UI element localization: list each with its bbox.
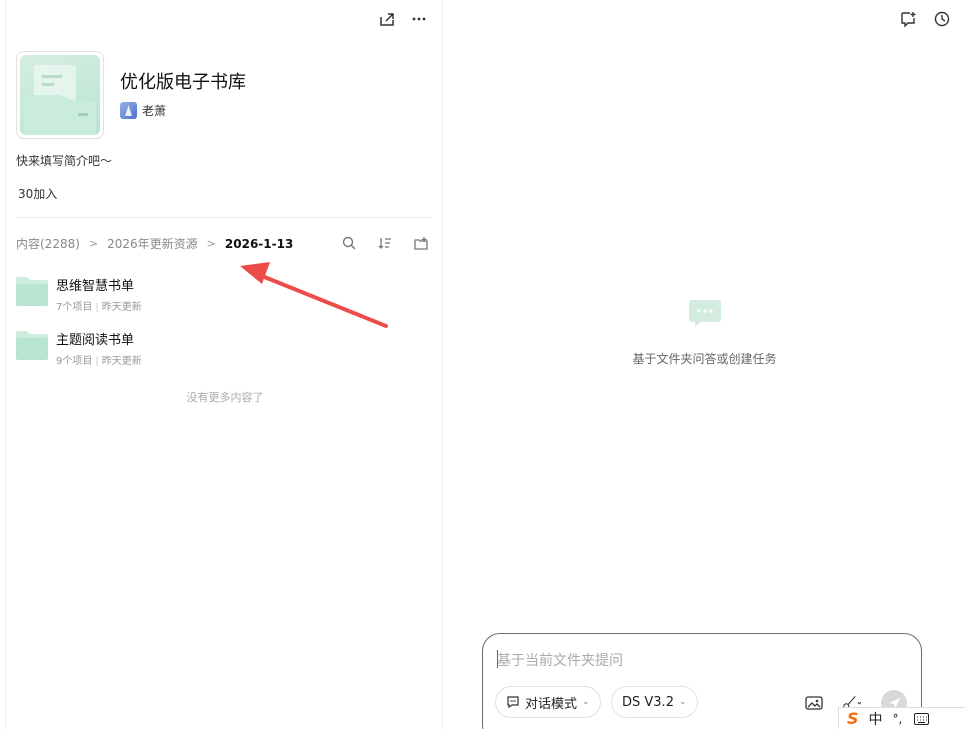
- chevron-down-icon: ⌄: [678, 697, 687, 707]
- history-icon[interactable]: [933, 10, 951, 28]
- chevron-right-icon: >: [88, 237, 99, 250]
- empty-text: 基于文件夹问答或创建任务: [632, 352, 777, 366]
- folder-meta: 9个项目 | 昨天更新: [56, 356, 142, 367]
- owner-name: 老萧: [142, 104, 167, 118]
- search-icon[interactable]: [340, 234, 358, 252]
- library-actions: [378, 10, 428, 28]
- mode-label: 对话模式: [525, 696, 578, 712]
- model-label: DS V3.2: [622, 694, 674, 710]
- chat-bubble-icon: [688, 300, 721, 327]
- list-item[interactable]: 主题阅读书单 9个项目 | 昨天更新: [16, 328, 142, 367]
- divider: [16, 217, 432, 218]
- folder-name: 思维智慧书单: [56, 279, 135, 294]
- image-upload-icon[interactable]: [805, 694, 823, 712]
- mode-selector[interactable]: 对话模式 ⌄: [495, 686, 601, 718]
- chevron-down-icon: ⌄: [582, 697, 590, 707]
- model-selector[interactable]: DS V3.2 ⌄: [611, 686, 698, 718]
- sogou-logo-icon[interactable]: S: [847, 709, 859, 728]
- joined-count: 30加入: [18, 187, 58, 201]
- assistant-panel: 基于文件夹问答或创建任务 基于当前文件夹提问 对话模式 ⌄ DS V3.2 ⌄: [444, 0, 965, 729]
- library-title: 优化版电子书库: [120, 72, 246, 93]
- keyboard-icon[interactable]: [912, 710, 930, 728]
- question-input[interactable]: 基于当前文件夹提问: [497, 650, 623, 670]
- breadcrumb-root[interactable]: 内容(2288): [16, 235, 80, 252]
- library-intro[interactable]: 快来填写简介吧～: [16, 152, 112, 169]
- add-folder-icon[interactable]: [412, 234, 430, 252]
- app-root: 优化版电子书库 老萧 快来填写简介吧～ 30加入 内容(2288) > 2026…: [0, 0, 965, 729]
- library-cover[interactable]: [16, 51, 104, 139]
- ime-toolbar: S 中 °,: [838, 707, 965, 729]
- new-chat-icon[interactable]: [899, 10, 917, 28]
- chat-mode-icon: [507, 696, 519, 709]
- assistant-actions: [899, 10, 951, 28]
- chevron-right-icon: >: [206, 237, 216, 250]
- end-of-list: 没有更多内容了: [186, 391, 264, 404]
- content-tools: [340, 234, 430, 252]
- folder-name: 主题阅读书单: [56, 333, 135, 348]
- empty-state: 基于文件夹问答或创建任务: [444, 300, 965, 367]
- breadcrumb-folder[interactable]: 2026年更新资源: [107, 235, 198, 252]
- ime-punctuation[interactable]: °,: [893, 712, 903, 726]
- share-icon[interactable]: [378, 10, 396, 28]
- list-item[interactable]: 思维智慧书单 7个项目 | 昨天更新: [16, 274, 142, 313]
- sort-icon[interactable]: [376, 234, 394, 252]
- breadcrumb-current: 2026-1-13: [224, 236, 294, 251]
- breadcrumb: 内容(2288) > 2026年更新资源 > 2026-1-13: [16, 235, 293, 252]
- folder-meta: 7个项目 | 昨天更新: [56, 302, 142, 313]
- folder-icon: [16, 331, 48, 360]
- more-icon[interactable]: [410, 10, 428, 28]
- avatar: [120, 102, 137, 119]
- folder-icon: [16, 277, 48, 306]
- library-panel: 优化版电子书库 老萧 快来填写简介吧～ 30加入 内容(2288) > 2026…: [5, 0, 443, 729]
- ime-language[interactable]: 中: [869, 709, 883, 729]
- owner-info[interactable]: 老萧: [120, 102, 166, 119]
